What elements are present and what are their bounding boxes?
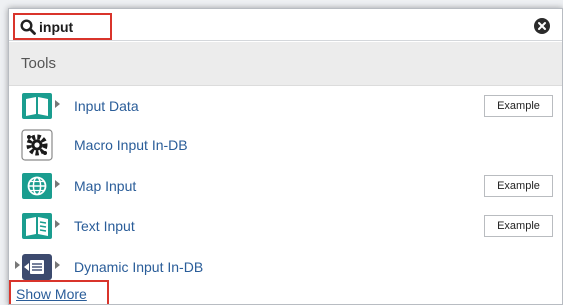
example-button[interactable]: Example bbox=[484, 215, 553, 237]
tool-icon bbox=[21, 129, 65, 161]
search-bar bbox=[9, 9, 562, 41]
clear-search-icon[interactable] bbox=[534, 18, 550, 34]
tool-item-input-data[interactable]: Input Data Example bbox=[9, 87, 562, 125]
book-text-icon bbox=[22, 213, 52, 239]
search-field-highlight bbox=[13, 13, 112, 40]
search-input[interactable] bbox=[39, 18, 109, 35]
expand-caret-icon bbox=[55, 180, 60, 188]
tool-item-text-input[interactable]: Text Input Example bbox=[9, 207, 562, 245]
expand-caret-icon bbox=[55, 100, 60, 108]
tool-item-map-input[interactable]: Map Input Example bbox=[9, 167, 562, 205]
input-caret-icon bbox=[15, 261, 20, 269]
section-header-tools: Tools bbox=[9, 42, 562, 86]
show-more-link[interactable]: Show More bbox=[16, 286, 87, 302]
example-button[interactable]: Example bbox=[484, 95, 553, 117]
search-icon bbox=[20, 18, 36, 35]
expand-caret-icon bbox=[55, 220, 60, 228]
tool-label: Text Input bbox=[74, 218, 135, 234]
tool-label: Map Input bbox=[74, 178, 137, 194]
tool-label: Input Data bbox=[74, 98, 139, 114]
tool-label: Macro Input In-DB bbox=[74, 137, 188, 153]
expand-caret-icon bbox=[55, 261, 60, 269]
globe-icon bbox=[22, 173, 52, 199]
tool-search-panel: Tools Input Data Example bbox=[8, 8, 563, 305]
book-open-icon bbox=[22, 93, 52, 119]
tool-item-macro-input-in-db[interactable]: Macro Input In-DB bbox=[9, 126, 562, 164]
gear-icon bbox=[21, 129, 53, 161]
tool-label: Dynamic Input In-DB bbox=[74, 259, 204, 275]
section-title: Tools bbox=[21, 55, 57, 72]
show-more-highlight: Show More bbox=[9, 280, 109, 304]
database-input-icon bbox=[22, 254, 52, 280]
example-button[interactable]: Example bbox=[484, 175, 553, 197]
